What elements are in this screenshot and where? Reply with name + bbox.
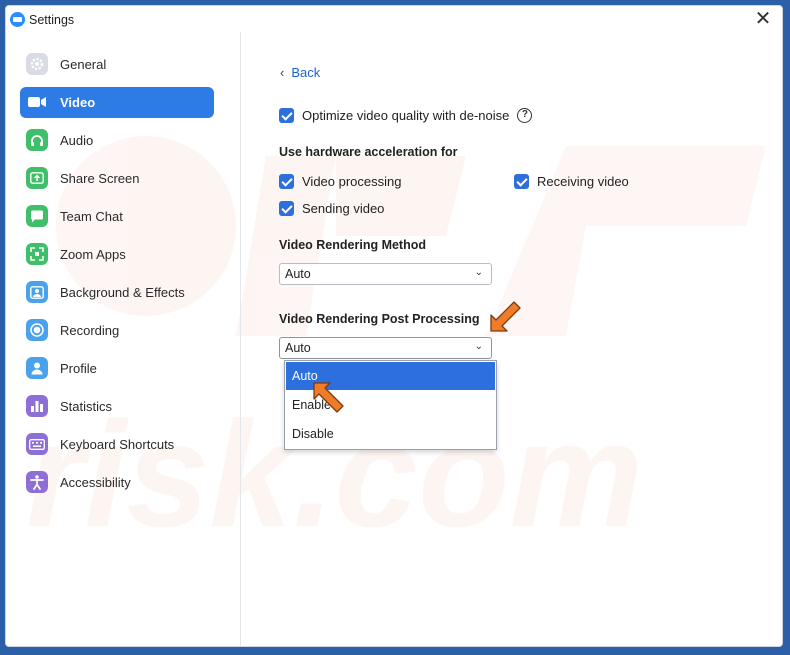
back-button[interactable]: ‹ Back: [280, 65, 320, 80]
chat-bubble-icon: [26, 205, 48, 227]
post-processing-value: Auto: [285, 341, 311, 355]
video-processing-row: Video processing: [279, 174, 402, 189]
chevron-down-icon: ⌄: [474, 341, 483, 352]
sidebar-item-label: Accessibility: [60, 475, 131, 490]
receiving-video-row: Receiving video: [514, 174, 629, 189]
sending-video-row: Sending video: [279, 201, 384, 216]
annotation-arrow-icon: [490, 301, 521, 332]
chevron-left-icon: ‹: [280, 65, 285, 80]
share-screen-icon: [26, 167, 48, 189]
accessibility-icon: [26, 471, 48, 493]
sending-video-checkbox[interactable]: [279, 201, 294, 216]
settings-window: risk.com Settings ✕ General Video Audio: [5, 5, 783, 647]
sidebar-item-statistics[interactable]: Statistics: [20, 391, 214, 422]
sidebar-item-profile[interactable]: Profile: [20, 353, 214, 384]
sidebar-item-general[interactable]: General: [20, 49, 214, 80]
optimize-denoise-checkbox[interactable]: [279, 108, 294, 123]
profile-icon: [26, 357, 48, 379]
sidebar-item-label: Background & Effects: [60, 285, 185, 300]
sidebar-item-label: Keyboard Shortcuts: [60, 437, 175, 452]
background-person-icon: [26, 281, 48, 303]
sidebar-item-video[interactable]: Video: [20, 87, 214, 118]
sidebar-item-label: General: [60, 57, 107, 72]
annotation-arrow-icon: [313, 382, 344, 413]
optimize-denoise-row: Optimize video quality with de-noise ?: [279, 108, 533, 123]
optimize-denoise-label: Optimize video quality with de-noise: [302, 108, 510, 123]
sidebar-item-label: Recording: [60, 323, 120, 338]
sidebar-item-label: Profile: [60, 361, 97, 376]
sidebar-item-label: Video: [60, 95, 96, 110]
help-icon[interactable]: ?: [517, 108, 533, 123]
video-camera-icon: [26, 91, 48, 113]
statistics-icon: [26, 395, 48, 417]
sidebar-item-recording[interactable]: Recording: [20, 315, 214, 346]
rendering-method-select[interactable]: Auto ⌄: [279, 263, 492, 285]
zoom-logo-icon: [10, 12, 25, 27]
video-settings-panel: ‹ Back Optimize video quality with de-no…: [242, 32, 782, 646]
sidebar-item-keyboard-shortcuts[interactable]: Keyboard Shortcuts: [20, 429, 214, 460]
sidebar-item-audio[interactable]: Audio: [20, 125, 214, 156]
sidebar-item-label: Share Screen: [60, 171, 140, 186]
sidebar-item-label: Audio: [60, 133, 94, 148]
sidebar-item-team-chat[interactable]: Team Chat: [20, 201, 214, 232]
sidebar-item-label: Zoom Apps: [60, 247, 126, 262]
settings-sidebar: General Video Audio Share Screen Team Ch: [6, 32, 241, 646]
sidebar-item-label: Team Chat: [60, 209, 123, 224]
sidebar-item-zoom-apps[interactable]: Zoom Apps: [20, 239, 214, 270]
dropdown-option-disable[interactable]: Disable: [286, 420, 495, 448]
headphones-icon: [26, 129, 48, 151]
keyboard-icon: [26, 433, 48, 455]
post-processing-heading: Video Rendering Post Processing: [279, 312, 480, 326]
post-processing-select[interactable]: Auto ⌄: [279, 337, 492, 359]
video-processing-label: Video processing: [302, 174, 402, 189]
sending-video-label: Sending video: [302, 201, 385, 216]
sidebar-item-accessibility[interactable]: Accessibility: [20, 467, 214, 498]
rendering-method-value: Auto: [285, 267, 311, 281]
window-title: Settings: [29, 13, 75, 27]
sidebar-item-label: Statistics: [60, 399, 113, 414]
gear-icon: [26, 53, 48, 75]
receiving-video-checkbox[interactable]: [514, 174, 529, 189]
close-button[interactable]: ✕: [750, 8, 776, 32]
record-icon: [26, 319, 48, 341]
chevron-down-icon: ⌄: [474, 267, 483, 278]
apps-icon: [26, 243, 48, 265]
back-label: Back: [291, 65, 321, 80]
hw-accel-heading: Use hardware acceleration for: [279, 145, 458, 159]
receiving-video-label: Receiving video: [537, 174, 629, 189]
title-bar: Settings ✕: [6, 6, 782, 32]
close-icon: ✕: [754, 8, 772, 30]
sidebar-item-background-effects[interactable]: Background & Effects: [20, 277, 214, 308]
sidebar-item-share-screen[interactable]: Share Screen: [20, 163, 214, 194]
rendering-method-heading: Video Rendering Method: [279, 238, 426, 252]
video-processing-checkbox[interactable]: [279, 174, 294, 189]
